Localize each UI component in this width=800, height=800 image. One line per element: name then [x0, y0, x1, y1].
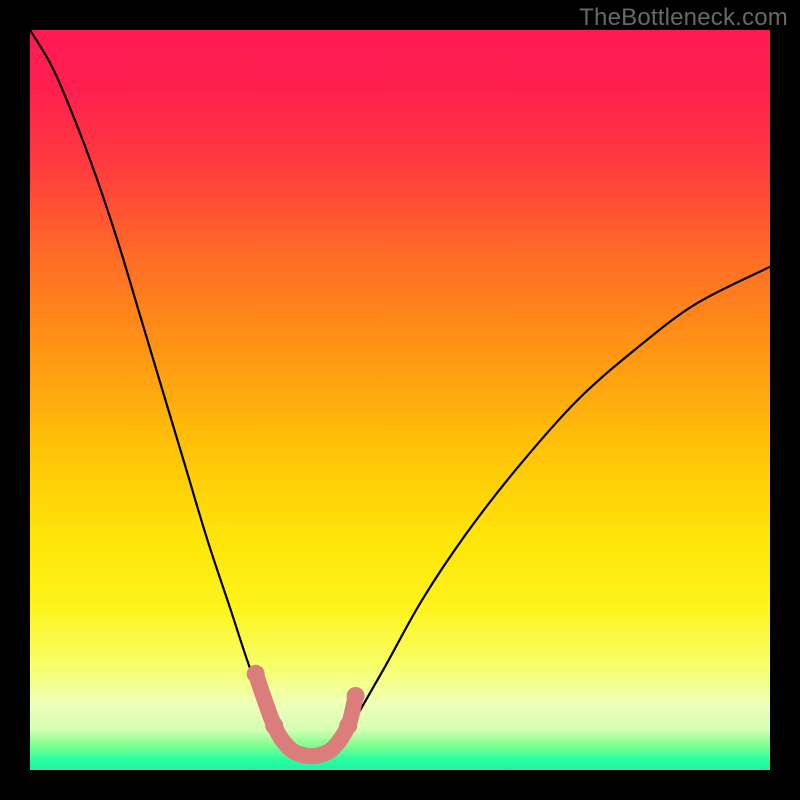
curve-layer — [30, 30, 770, 770]
right-curve — [333, 267, 770, 755]
plot-area — [30, 30, 770, 770]
left-curve — [30, 30, 289, 755]
chart-frame: TheBottleneck.com — [0, 0, 800, 800]
trough-marker — [247, 665, 365, 756]
watermark-text: TheBottleneck.com — [579, 4, 788, 32]
